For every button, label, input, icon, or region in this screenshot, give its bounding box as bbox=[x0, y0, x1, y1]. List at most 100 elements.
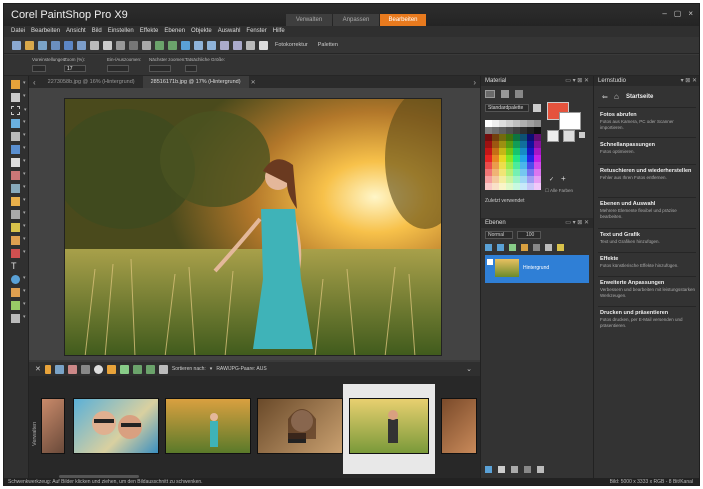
color-swatch[interactable] bbox=[534, 120, 541, 127]
organizer-pen-icon[interactable] bbox=[80, 364, 90, 374]
color-swatch[interactable] bbox=[527, 141, 534, 148]
group-icon[interactable] bbox=[511, 466, 518, 473]
thumbnail[interactable] bbox=[165, 398, 251, 454]
sort-dropdown[interactable]: ▾ bbox=[210, 366, 213, 372]
menu-ebenen[interactable]: Ebenen bbox=[164, 26, 185, 37]
tab-anpassen[interactable]: Anpassen bbox=[333, 14, 379, 26]
back-icon[interactable]: ⇐ bbox=[602, 93, 608, 101]
color-swatch[interactable] bbox=[513, 148, 520, 155]
color-swatch[interactable] bbox=[513, 169, 520, 176]
lock-layer-icon[interactable] bbox=[557, 244, 564, 251]
learn-item-drucken[interactable]: Drucken und präsentieren Fotos drucken, … bbox=[600, 310, 696, 329]
lighten-tool-icon[interactable] bbox=[11, 223, 26, 232]
color-swatch[interactable] bbox=[520, 162, 527, 169]
frame-tab-icon[interactable] bbox=[485, 90, 495, 98]
color-swatch[interactable] bbox=[513, 155, 520, 162]
color-swatch[interactable] bbox=[492, 120, 499, 127]
color-swatch[interactable] bbox=[492, 176, 499, 183]
organizer-tag-icon[interactable] bbox=[119, 364, 129, 374]
learning-panel-controls[interactable]: ▾ ⊠ ✕ bbox=[681, 76, 697, 86]
clone-tool-icon[interactable] bbox=[11, 184, 26, 193]
color-swatch[interactable] bbox=[513, 162, 520, 169]
color-swatch[interactable] bbox=[485, 162, 492, 169]
save-icon[interactable] bbox=[64, 40, 73, 50]
blend-mode-select[interactable]: Normal bbox=[485, 231, 513, 239]
color-swatch[interactable] bbox=[520, 148, 527, 155]
doc-tab-close-icon[interactable]: ✕ bbox=[251, 79, 256, 86]
color-swatch[interactable] bbox=[492, 155, 499, 162]
thumbnail[interactable] bbox=[73, 398, 159, 454]
learn-item-text-grafik[interactable]: Text und Grafik Text und Grafiken hinzuf… bbox=[600, 232, 696, 245]
learn-item-schnellanpassungen[interactable]: Schnellanpassungen Fotos optimieren. bbox=[600, 142, 696, 155]
color-swatch[interactable] bbox=[520, 127, 527, 134]
menu-auswahl[interactable]: Auswahl bbox=[218, 26, 241, 37]
color-swatch[interactable] bbox=[499, 155, 506, 162]
learn-item-fotos-abrufen[interactable]: Fotos abrufen Fotos aus Kamera, PC oder … bbox=[600, 112, 696, 131]
color-swatch[interactable] bbox=[485, 183, 492, 190]
fit-icon[interactable] bbox=[246, 40, 255, 50]
swatch-grid[interactable] bbox=[485, 120, 541, 192]
color-swatch[interactable] bbox=[506, 148, 513, 155]
new-file-icon[interactable] bbox=[12, 40, 21, 50]
color-swatch[interactable] bbox=[520, 141, 527, 148]
color-swatch[interactable] bbox=[527, 127, 534, 134]
lock-icon[interactable] bbox=[485, 244, 492, 251]
thumbnail[interactable] bbox=[41, 398, 65, 454]
redo-icon[interactable] bbox=[168, 40, 177, 50]
menu-einstellen[interactable]: Einstellen bbox=[108, 26, 134, 37]
color-swatch[interactable] bbox=[492, 141, 499, 148]
background-texture-swatch[interactable] bbox=[563, 130, 575, 142]
color-swatch[interactable] bbox=[527, 155, 534, 162]
color-swatch[interactable] bbox=[534, 127, 541, 134]
screenshot-icon[interactable] bbox=[207, 40, 216, 50]
undo-icon[interactable] bbox=[155, 40, 164, 50]
color-swatch[interactable] bbox=[506, 134, 513, 141]
print-icon[interactable] bbox=[103, 40, 112, 50]
learn-item-retuschieren[interactable]: Retuschieren und wiederherstellen Fehler… bbox=[600, 168, 696, 181]
color-swatch[interactable] bbox=[527, 134, 534, 141]
color-swatch[interactable] bbox=[520, 155, 527, 162]
color-swatch[interactable] bbox=[506, 141, 513, 148]
color-swatch[interactable] bbox=[527, 169, 534, 176]
menu-hilfe[interactable]: Hilfe bbox=[273, 26, 285, 37]
color-swatch[interactable] bbox=[513, 183, 520, 190]
rainbow-tab-icon[interactable] bbox=[501, 90, 509, 98]
foreground-texture-swatch[interactable] bbox=[547, 130, 559, 142]
pen-tool-icon[interactable] bbox=[11, 288, 26, 297]
grid-icon[interactable] bbox=[194, 40, 203, 50]
color-swatch[interactable] bbox=[513, 141, 520, 148]
new-raster-icon[interactable] bbox=[485, 466, 492, 473]
menu-ansicht[interactable]: Ansicht bbox=[66, 26, 86, 37]
save-as-icon[interactable] bbox=[77, 40, 86, 50]
color-swatch[interactable] bbox=[485, 155, 492, 162]
learn-item-effekte[interactable]: Effekte Fotos künstlerische Effekte hinz… bbox=[600, 256, 696, 269]
thumbnail[interactable] bbox=[257, 398, 343, 454]
raw-jpg-pairs[interactable]: RAW/JPG-Paare: AUS bbox=[216, 366, 266, 372]
menu-effekte[interactable]: Effekte bbox=[140, 26, 159, 37]
organizer-person-icon[interactable] bbox=[93, 364, 103, 374]
close-button[interactable]: × bbox=[688, 9, 693, 18]
color-swatch[interactable] bbox=[499, 148, 506, 155]
redeye-tool-icon[interactable] bbox=[11, 158, 26, 167]
color-swatch[interactable] bbox=[499, 176, 506, 183]
zoom-out-icon[interactable] bbox=[233, 40, 242, 50]
straighten-icon[interactable] bbox=[129, 40, 138, 50]
mask-icon[interactable] bbox=[533, 244, 540, 251]
color-swatch[interactable] bbox=[513, 134, 520, 141]
color-swatch[interactable] bbox=[527, 162, 534, 169]
browse-icon[interactable] bbox=[38, 40, 47, 50]
maximize-button[interactable]: ▢ bbox=[674, 9, 682, 18]
swatch-tab-icon[interactable] bbox=[515, 90, 523, 98]
organizer-rotate-right-icon[interactable] bbox=[145, 364, 155, 374]
color-swatch[interactable] bbox=[485, 148, 492, 155]
thumbnail[interactable] bbox=[441, 398, 477, 454]
preset-dropdown[interactable] bbox=[32, 65, 46, 72]
color-swatch[interactable] bbox=[492, 183, 499, 190]
layer-row[interactable]: Hintergrund bbox=[485, 255, 589, 283]
open-folder-icon[interactable] bbox=[25, 40, 34, 50]
pan-tool-icon[interactable] bbox=[11, 80, 26, 89]
all-colors-checkbox[interactable]: ☐ Alle Farben bbox=[545, 188, 573, 194]
color-swatch[interactable] bbox=[499, 141, 506, 148]
text-tool-icon[interactable]: T bbox=[11, 262, 20, 271]
adjust-icon[interactable] bbox=[181, 40, 190, 50]
